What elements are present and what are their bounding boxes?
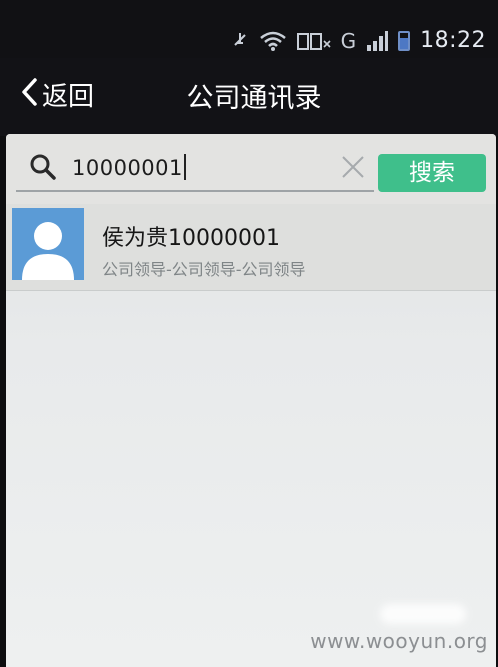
list-item[interactable]: 侯为贵10000001 公司领导-公司领导-公司领导 [6, 204, 496, 291]
signal-icon [366, 30, 389, 51]
search-query-text: 10000001 [72, 156, 183, 180]
phone-screen: G 18:22 返回 公司通讯录 10000001 搜索 侯为贵10000001… [0, 0, 498, 667]
avatar [12, 208, 84, 280]
sim-icon [296, 31, 331, 51]
screen-glare [380, 604, 466, 624]
nav-bar: 返回 公司通讯录 [0, 58, 498, 136]
status-icons: G 18:22 [231, 28, 486, 53]
person-icon [22, 222, 74, 280]
wifi-icon [259, 30, 287, 52]
contact-department: 公司领导-公司领导-公司领导 [102, 260, 306, 279]
contact-name: 侯为贵10000001 [102, 226, 280, 251]
search-icon [28, 152, 58, 186]
search-input[interactable]: 10000001 [16, 146, 374, 192]
search-query: 10000001 [72, 154, 186, 180]
search-button[interactable]: 搜索 [378, 154, 486, 192]
page-title: 公司通讯录 [186, 83, 322, 114]
watermark: www.wooyun.org [310, 629, 488, 653]
text-caret [183, 154, 186, 180]
clock: 18:22 [420, 28, 486, 53]
battery-icon [398, 30, 411, 51]
network-type: G [340, 28, 357, 53]
search-bar: 10000001 搜索 [6, 134, 496, 204]
mute-icon [231, 31, 249, 51]
content-area: 10000001 搜索 侯为贵10000001 公司领导-公司领导-公司领导 w… [6, 134, 496, 667]
status-bar: G 18:22 [0, 0, 498, 58]
clear-icon[interactable] [340, 154, 366, 184]
